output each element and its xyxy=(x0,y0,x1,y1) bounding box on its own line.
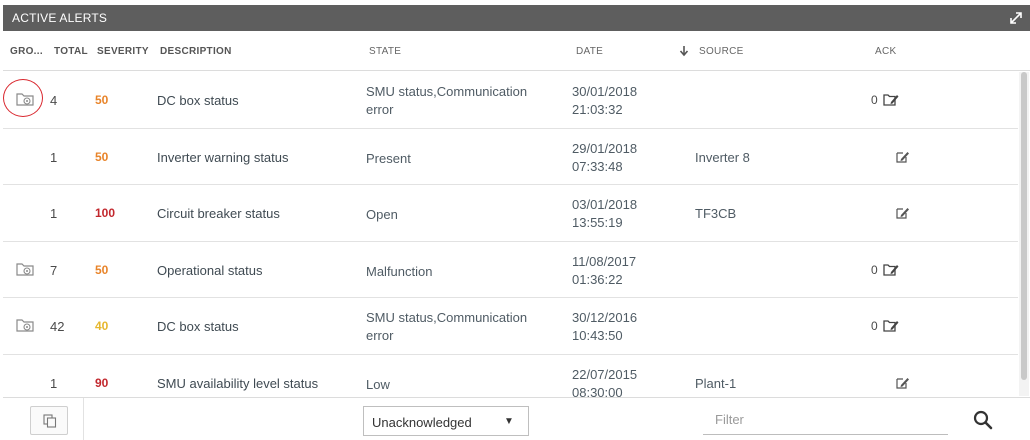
acknowledge-group-icon[interactable] xyxy=(883,262,899,276)
row-date: 11/08/2017 01:36:22 xyxy=(572,253,636,289)
column-header-date[interactable]: DATE xyxy=(576,46,603,57)
column-header-state[interactable]: STATE xyxy=(369,46,401,57)
row-description: Circuit breaker status xyxy=(157,206,280,222)
row-ack-count: 0 xyxy=(871,93,878,107)
table-row[interactable]: 42 40 DC box status SMU status,Communica… xyxy=(3,298,1018,355)
row-severity: 100 xyxy=(95,206,116,221)
acknowledge-edit-icon[interactable] xyxy=(896,206,910,219)
acknowledge-edit-icon[interactable] xyxy=(896,376,910,389)
row-date: 03/01/2018 13:55:19 xyxy=(572,196,637,232)
row-severity: 50 xyxy=(95,93,109,107)
row-severity: 50 xyxy=(95,262,109,277)
row-total: 1 xyxy=(50,206,58,222)
filter-input[interactable] xyxy=(703,405,948,435)
row-state-line2: error xyxy=(366,328,394,344)
row-severity: 90 xyxy=(95,375,109,390)
row-state-line1: SMU status,Communication xyxy=(366,310,528,326)
row-total: 7 xyxy=(50,262,58,278)
row-severity: 50 xyxy=(95,149,109,164)
row-state: Open xyxy=(366,207,398,223)
footer-divider xyxy=(83,398,84,440)
row-date-line1: 22/07/2015 xyxy=(572,366,638,382)
row-date: 29/01/2018 07:33:48 xyxy=(572,140,637,176)
column-header-source[interactable]: SOURCE xyxy=(699,46,744,57)
row-ack-count: 0 xyxy=(871,319,878,334)
table-row[interactable]: 7 50 Operational status Malfunction 11/0… xyxy=(3,242,1018,299)
column-header-ack[interactable]: ACK xyxy=(875,46,896,57)
panel-header: ACTIVE ALERTS xyxy=(3,5,1030,31)
expand-icon[interactable] xyxy=(1008,10,1024,26)
row-date-line1: 30/12/2016 xyxy=(572,310,638,326)
row-description: DC box status xyxy=(157,319,239,335)
acknowledge-group-icon[interactable] xyxy=(883,92,899,106)
row-date-line2: 01:36:22 xyxy=(572,271,623,287)
row-ack-count: 0 xyxy=(871,262,878,277)
row-date-line2: 07:33:48 xyxy=(572,158,623,174)
table-row[interactable]: 1 50 Inverter warning status Present 29/… xyxy=(3,129,1018,186)
row-total: 42 xyxy=(50,319,65,335)
chevron-down-icon: ▼ xyxy=(504,416,514,427)
row-total: 1 xyxy=(50,375,58,391)
row-date-line1: 11/08/2017 xyxy=(572,253,637,269)
column-header-total[interactable]: TOTAL xyxy=(54,46,88,57)
column-header-group[interactable]: GRO... xyxy=(10,46,43,57)
row-date-line2: 13:55:19 xyxy=(572,215,623,231)
row-date: 30/12/2016 10:43:50 xyxy=(572,309,637,345)
row-state-line2: error xyxy=(366,102,394,117)
row-date-line1: 30/01/2018 xyxy=(572,84,638,99)
row-date-line2: 21:03:32 xyxy=(572,102,623,117)
row-source: Inverter 8 xyxy=(695,149,750,165)
row-description: Inverter warning status xyxy=(157,149,289,165)
scrollbar-thumb[interactable] xyxy=(1021,72,1027,380)
row-state: SMU status,Communication error xyxy=(366,309,566,345)
row-state: Present xyxy=(366,150,411,166)
row-date-line1: 29/01/2018 xyxy=(572,140,638,156)
folder-group-icon[interactable] xyxy=(15,260,35,278)
row-state-line1: SMU status,Communication xyxy=(366,84,528,99)
row-date-line2: 10:43:50 xyxy=(572,328,623,344)
table-row[interactable]: 4 50 DC box status SMU status,Communicat… xyxy=(3,72,1018,129)
sort-down-arrow-icon[interactable] xyxy=(679,45,689,57)
row-total: 1 xyxy=(50,149,58,165)
row-description: DC box status xyxy=(157,93,239,108)
folder-group-icon[interactable] xyxy=(15,316,35,334)
highlight-circle xyxy=(3,79,43,117)
row-state: Malfunction xyxy=(366,263,433,279)
row-date: 30/01/2018 21:03:32 xyxy=(572,83,637,119)
copy-icon xyxy=(43,414,57,428)
column-header-severity[interactable]: SEVERITY xyxy=(97,46,149,57)
acknowledge-group-icon[interactable] xyxy=(883,318,899,333)
column-header-description[interactable]: DESCRIPTION xyxy=(160,46,232,57)
acknowledge-edit-icon[interactable] xyxy=(896,150,910,163)
row-date-line1: 03/01/2018 xyxy=(572,197,638,213)
copy-button[interactable] xyxy=(30,406,68,435)
row-state: Low xyxy=(366,376,390,392)
row-description: Operational status xyxy=(157,262,263,278)
row-state: SMU status,Communication error xyxy=(366,83,566,119)
search-icon[interactable] xyxy=(973,410,993,430)
row-source: TF3CB xyxy=(695,206,737,222)
panel-title: ACTIVE ALERTS xyxy=(12,11,108,25)
panel-footer: Unacknowledged ▼ xyxy=(3,397,1030,440)
ack-status-selected: Unacknowledged xyxy=(372,415,472,430)
column-header-row: GRO... TOTAL SEVERITY DESCRIPTION STATE … xyxy=(3,31,1030,71)
ack-status-select[interactable]: Unacknowledged ▼ xyxy=(363,406,529,436)
row-source: Plant-1 xyxy=(695,375,737,391)
row-total: 4 xyxy=(50,93,58,108)
row-description: SMU availability level status xyxy=(157,375,319,391)
alerts-table-body: 4 50 DC box status SMU status,Communicat… xyxy=(3,72,1018,412)
table-row[interactable]: 1 100 Circuit breaker status Open 03/01/… xyxy=(3,185,1018,242)
row-severity: 40 xyxy=(95,319,109,334)
